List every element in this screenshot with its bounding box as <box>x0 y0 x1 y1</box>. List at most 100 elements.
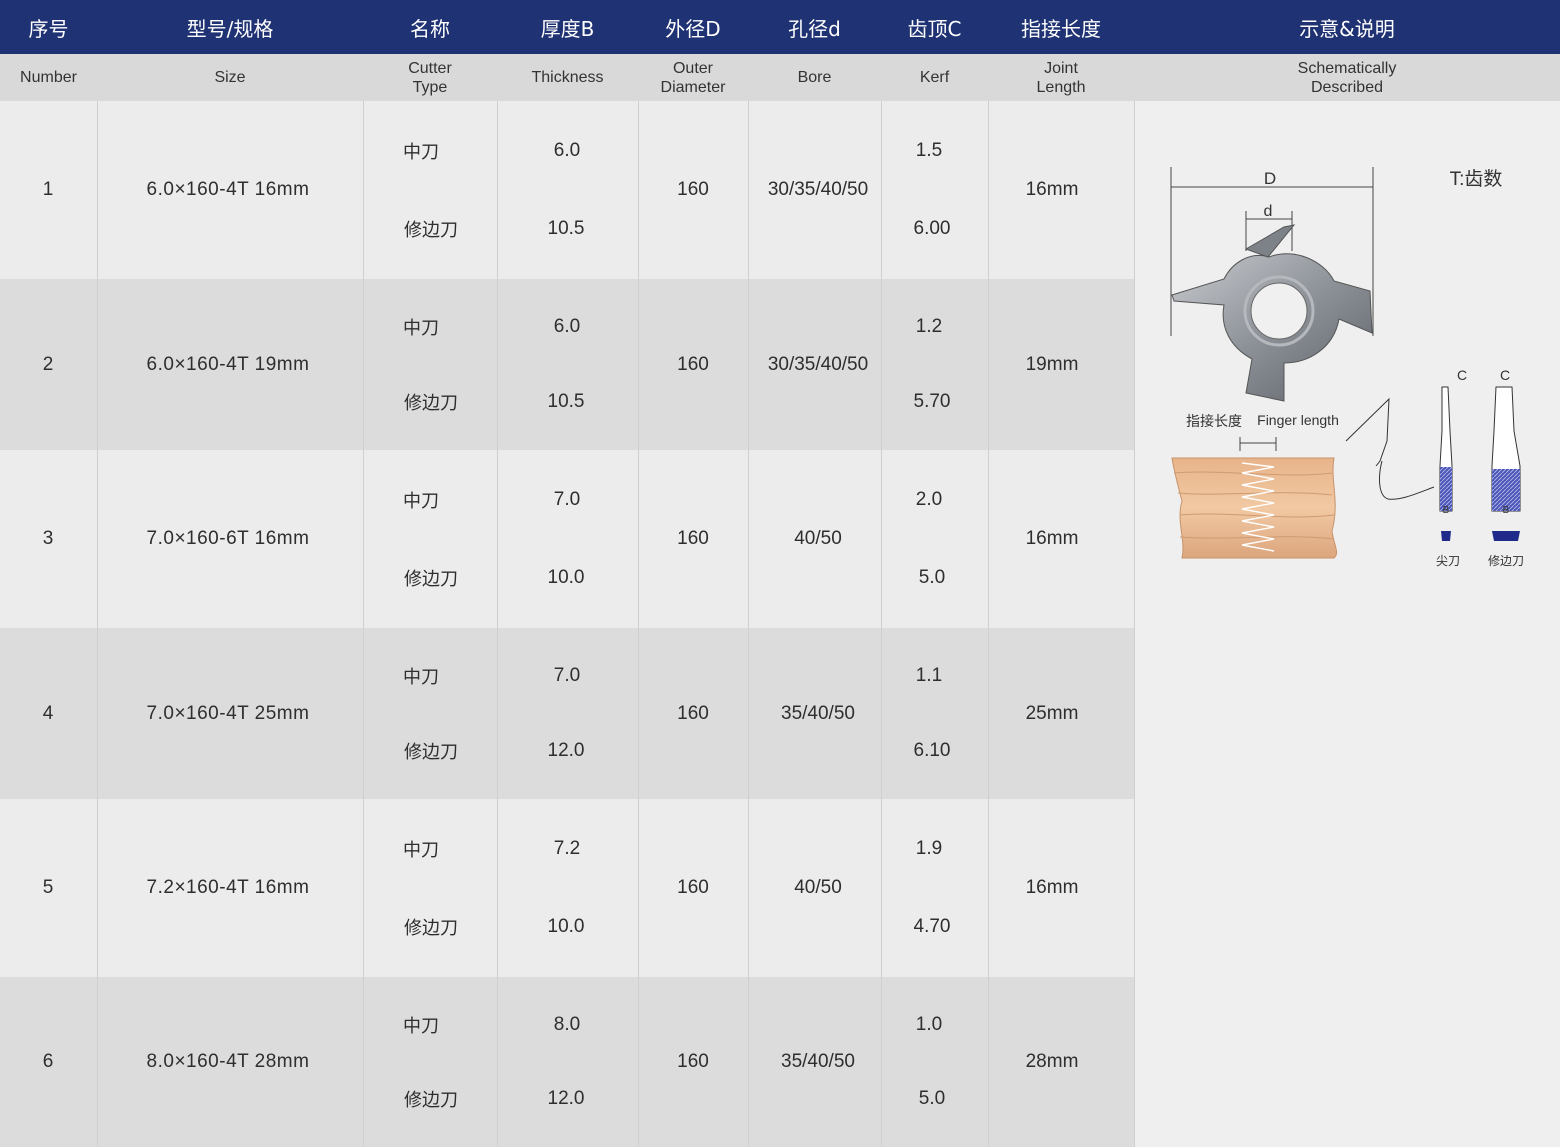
cell-kerf-a: 2.0 <box>915 488 943 510</box>
cell-bore: 30/35/40/50 <box>767 353 869 375</box>
cell-outer: 160 <box>677 353 709 375</box>
cell-thick-b: 10.5 <box>547 391 585 413</box>
label-pointed-cutter: 尖刀 <box>1436 554 1460 568</box>
cell-bore: 30/35/40/50 <box>767 179 869 200</box>
label-trimming-cutter: 修边刀 <box>1488 553 1524 568</box>
label-bore: d <box>1264 203 1273 220</box>
cell-thick-a: 8.0 <box>553 1013 581 1035</box>
header-thickness-en: Thickness <box>531 69 604 86</box>
schematic-diagram: D d T:齿数 指接长度 Finger length C B 尖刀 C B 修… <box>1170 167 1524 568</box>
header-size-zh: 型号/规格 <box>186 16 274 41</box>
cell-size: 7.2×160-4T 16mm <box>146 877 310 898</box>
cell-number: 1 <box>42 179 54 200</box>
cell-kerf-a: 1.2 <box>915 315 943 337</box>
spec-table-body: 1 6.0×160-4T 16mm 中刀 修边刀 6.0 10.5 160 30/35/40/… <box>0 101 1134 1147</box>
table-row: 1 6.0×160-4T 16mm 中刀 修边刀 6.0 10.5 160 30/35/40/… <box>0 101 1134 279</box>
cell-number: 4 <box>42 702 54 724</box>
table-row: 3 7.0×160-6T 16mm 中刀 修边刀 7.0 10.0 160 40/50 2.0 5… <box>0 450 1134 628</box>
header-outer-diameter-zh: 外径D <box>665 16 721 41</box>
header-chinese: 序号 型号/规格 名称 厚度B 外径D 孔径d 齿顶C 指接长度 示意&说明 <box>0 0 1560 54</box>
cell-kerf-a: 1.5 <box>915 139 943 161</box>
column-divider <box>1134 101 1135 1147</box>
cell-outer: 160 <box>677 702 709 724</box>
cell-kerf-b: 5.0 <box>918 567 946 589</box>
cell-type-b: 修边刀 <box>404 569 458 591</box>
header-cutter-type-en: Cutter Type <box>408 59 452 96</box>
header-size-en: Size <box>214 69 246 86</box>
cell-number: 5 <box>42 877 54 898</box>
cell-number: 2 <box>42 353 54 375</box>
label-kerf-trimming: C <box>1500 367 1510 383</box>
cell-kerf-a: 1.9 <box>915 837 943 859</box>
header-description-en: Schematically Described <box>1297 59 1397 96</box>
cell-joint: 28mm <box>1025 1051 1079 1072</box>
column-divider <box>881 101 882 1147</box>
pointed-cutter-profile: C B 尖刀 <box>1436 367 1467 568</box>
cell-type-b: 修边刀 <box>404 220 458 242</box>
cell-bore: 40/50 <box>794 528 842 549</box>
cell-type-b: 修边刀 <box>404 1090 458 1112</box>
cell-outer: 160 <box>677 1051 709 1072</box>
cell-joint: 25mm <box>1025 702 1079 724</box>
cell-kerf-b: 6.00 <box>913 218 951 240</box>
cell-bore: 35/40/50 <box>781 702 855 724</box>
table-row: 5 7.2×160-4T 16mm 中刀 修边刀 7.2 10.0 160 40/50 1.9 4… <box>0 799 1134 977</box>
cell-outer: 160 <box>677 877 709 898</box>
cell-thick-a: 7.2 <box>553 837 581 859</box>
column-divider <box>97 101 98 1147</box>
cell-kerf-b: 6.10 <box>913 740 951 762</box>
cell-kerf-a: 1.0 <box>915 1013 943 1035</box>
column-divider <box>638 101 639 1147</box>
cell-outer: 160 <box>677 528 709 549</box>
cell-type-a: 中刀 <box>403 490 439 512</box>
cell-type-a: 中刀 <box>403 839 439 861</box>
cell-thick-b: 10.0 <box>547 567 585 589</box>
cell-number: 6 <box>42 1051 54 1072</box>
cell-joint: 16mm <box>1025 877 1079 898</box>
label-thickness-pointed: B <box>1443 505 1450 516</box>
table-row: 2 6.0×160-4T 19mm 中刀 修边刀 6.0 10.5 160 30/35/40/… <box>0 279 1134 450</box>
cell-thick-a: 7.0 <box>553 488 581 510</box>
label-thickness-trimming: B <box>1503 505 1510 516</box>
cell-joint: 16mm <box>1025 179 1079 200</box>
cell-type-a: 中刀 <box>403 1015 439 1037</box>
header-english: Number Size Cutter Type Thickness Outer Diam… <box>0 54 1560 101</box>
trimming-cutter-profile: C B 修边刀 <box>1488 367 1524 568</box>
cell-type-b: 修边刀 <box>404 742 458 764</box>
cell-number: 3 <box>42 528 54 549</box>
header-kerf-en: Kerf <box>919 69 950 86</box>
wood-joint-image <box>1171 457 1338 559</box>
cell-thick-b: 10.5 <box>547 218 585 240</box>
header-description-zh: 示意&说明 <box>1299 16 1395 41</box>
cell-type-a: 中刀 <box>403 666 439 688</box>
table-row: 4 7.0×160-4T 25mm 中刀修边刀 7.0 12.0 160 35/40/50 1… <box>0 628 1134 799</box>
header-cutter-type-zh: 名称 <box>410 16 450 41</box>
cell-size: 6.0×160-4T 16mm <box>146 179 310 200</box>
column-divider <box>497 101 498 1147</box>
finger-length-en: Finger length <box>1257 412 1339 428</box>
header-thickness-zh: 厚度B <box>540 16 595 41</box>
cell-kerf-a: 1.1 <box>915 664 943 686</box>
column-divider <box>748 101 749 1147</box>
cutter-blade-icon <box>1171 224 1373 402</box>
cell-bore: 35/40/50 <box>781 1051 855 1072</box>
column-divider <box>988 101 989 1147</box>
cell-thick-a: 6.0 <box>553 139 581 161</box>
cell-joint: 16mm <box>1025 528 1079 549</box>
cell-size: 7.0×160-4T 25mm <box>146 702 310 724</box>
cell-size: 6.0×160-4T 19mm <box>146 353 310 375</box>
cell-thick-b: 12.0 <box>547 740 585 762</box>
header-outer-diameter-en: Outer Diameter <box>660 59 726 96</box>
leader-line <box>1345 397 1435 500</box>
header-joint-length-zh: 指接长度 <box>1021 16 1101 41</box>
cell-type-a: 中刀 <box>403 141 439 163</box>
cell-thick-a: 7.0 <box>553 664 581 686</box>
column-divider <box>363 101 364 1147</box>
header-bore-zh: 孔径d <box>788 16 841 41</box>
teeth-note: T:齿数 <box>1450 168 1503 190</box>
header-kerf-zh: 齿顶C <box>907 16 962 41</box>
header-bore-en: Bore <box>797 69 832 86</box>
cell-joint: 19mm <box>1025 353 1079 375</box>
header-number-zh: 序号 <box>28 16 69 41</box>
cell-kerf-b: 4.70 <box>913 916 951 938</box>
